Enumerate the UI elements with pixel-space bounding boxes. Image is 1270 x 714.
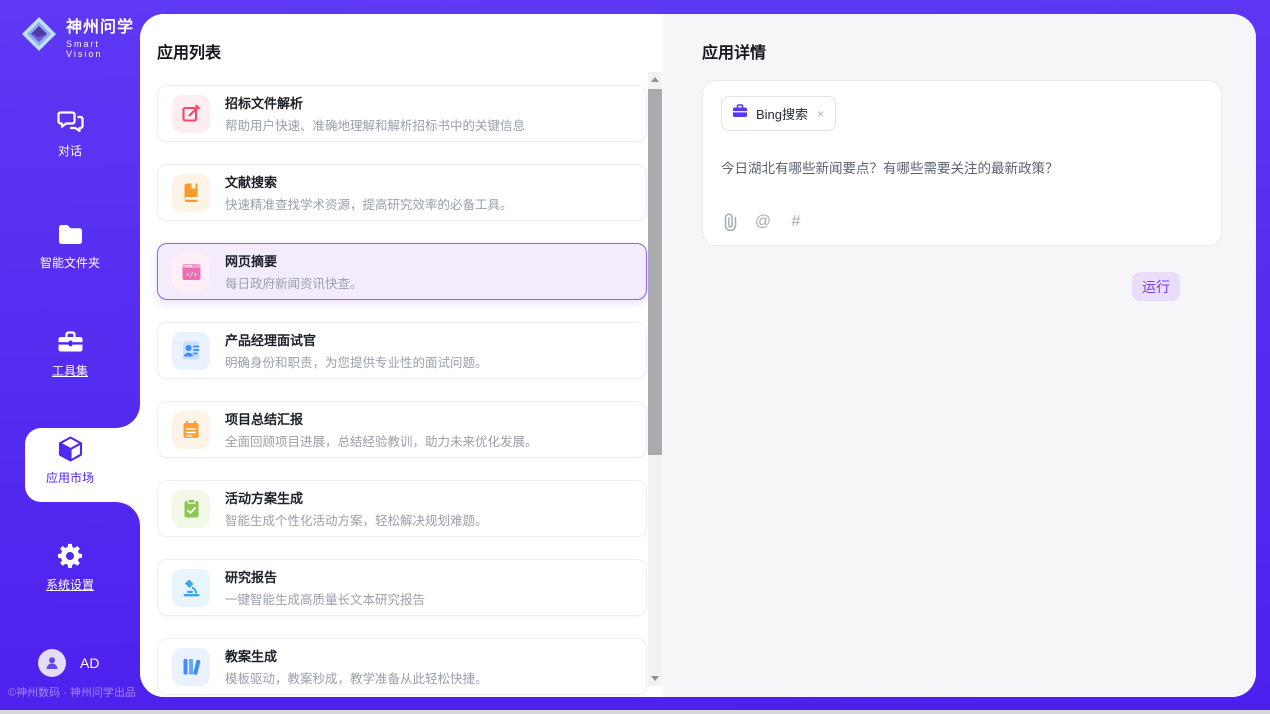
app-card-title: 研究报告 [225,567,425,586]
scrollbar[interactable] [648,72,662,686]
app-list-title: 应用列表 [157,39,221,63]
gear-icon [56,542,84,570]
briefcase-icon [732,103,748,124]
book-icon [172,174,210,212]
brand-name: 神州问学 [66,13,140,37]
app-card-title: 产品经理面试官 [225,330,488,349]
sidebar-item-4[interactable]: 系统设置 [0,542,140,606]
app-list-panel: 应用列表 招标文件解析帮助用户快速、准确地理解和解析招标书中的关键信息文献搜索快… [140,14,663,697]
sidebar-item-label: 对话 [58,142,82,159]
sidebar-item-label: 智能文件夹 [40,254,100,271]
summary-note-icon [172,411,210,449]
brand-tagline: Smart Vision [66,39,140,59]
paperclip-icon[interactable] [721,213,739,231]
prompt-card: Bing搜索 × 今日湖北有哪些新闻要点？有哪些需要关注的最新政策？ @# [702,80,1222,246]
query-text[interactable]: 今日湖北有哪些新闻要点？有哪些需要关注的最新政策？ [721,157,1203,177]
books-icon [172,648,210,686]
hash-icon[interactable]: # [787,213,805,231]
app-card-description: 全面回顾项目进展，总结经验教训，助力未来优化发展。 [225,431,538,450]
svg-text:</>: </> [185,270,197,278]
sidebar-item-label: 应用市场 [46,469,94,486]
sidebar-item-label: 工具集 [52,362,88,379]
avatar [38,649,66,677]
app-card-3[interactable]: 产品经理面试官明确身份和职责，为您提供专业性的面试问题。 [157,322,647,379]
app-card-1[interactable]: 文献搜索快速精准查找学术资源，提高研究效率的必备工具。 [157,164,647,221]
app-card-4[interactable]: 项目总结汇报全面回顾项目进展，总结经验教训，助力未来优化发展。 [157,401,647,458]
app-card-title: 教案生成 [225,646,488,665]
app-card-title: 招标文件解析 [225,93,525,112]
chat-icon [56,108,84,136]
sidebar-item-0[interactable]: 对话 [0,108,140,172]
app-card-description: 帮助用户快速、准确地理解和解析招标书中的关键信息 [225,115,525,134]
microscope-icon [172,569,210,607]
app-frame: 神州问学 Smart Vision 对话智能文件夹工具集应用市场系统设置 AD … [0,0,1270,710]
folder-icon [56,220,84,248]
sidebar-item-2[interactable]: 工具集 [0,328,140,392]
scroll-down-button[interactable] [648,671,662,686]
scrollbar-thumb[interactable] [648,89,662,455]
app-card-2[interactable]: </> 网页摘要每日政府新闻资讯快查。 [157,243,647,300]
sidebar-item-1[interactable]: 智能文件夹 [0,220,140,284]
app-card-6[interactable]: 研究报告一键智能生成高质量长文本研究报告 [157,559,647,616]
clipboard-check-icon [172,490,210,528]
app-card-description: 一键智能生成高质量长文本研究报告 [225,589,425,608]
user-account[interactable]: AD [38,649,99,677]
run-button[interactable]: 运行 [1132,272,1180,301]
tool-tag-bing-search[interactable]: Bing搜索 × [721,96,836,131]
app-card-title: 项目总结汇报 [225,409,538,428]
brand-diamond-icon [20,15,58,58]
triangle-up-icon [651,77,659,82]
app-detail-panel: 应用详情 Bing搜索 × 今日湖北有哪些新闻要点？有哪些需要关注的最新政策？ … [663,14,1256,697]
edit-document-icon [172,95,210,133]
app-card-description: 快速精准查找学术资源，提高研究效率的必备工具。 [225,194,513,213]
toolbox-icon [56,328,84,356]
app-card-description: 明确身份和职责，为您提供专业性的面试问题。 [225,352,488,371]
app-card-description: 每日政府新闻资讯快查。 [225,273,363,292]
tool-tag-label: Bing搜索 [756,104,808,123]
sidebar-item-3[interactable]: 应用市场 [0,435,140,499]
copyright-text: ©神州数码 · 神州问学出品 [8,684,136,700]
app-card-title: 文献搜索 [225,172,513,191]
webpage-code-icon: </> [172,253,210,291]
app-card-5[interactable]: 活动方案生成智能生成个性化活动方案，轻松解决规划难题。 [157,480,647,537]
brand-logo: 神州问学 Smart Vision [20,13,140,59]
app-detail-title: 应用详情 [702,39,766,63]
cube-icon [56,435,84,463]
app-card-description: 智能生成个性化活动方案，轻松解决规划难题。 [225,510,488,529]
app-card-7[interactable]: 教案生成模板驱动，教案秒成，教学准备从此轻松快捷。 [157,638,647,695]
close-icon[interactable]: × [816,107,825,121]
sidebar-item-label: 系统设置 [46,576,94,593]
user-initials: AD [80,655,99,671]
app-card-0[interactable]: 招标文件解析帮助用户快速、准确地理解和解析招标书中的关键信息 [157,85,647,142]
app-card-title: 网页摘要 [225,251,363,270]
at-icon[interactable]: @ [754,213,772,231]
main-panel: 应用列表 招标文件解析帮助用户快速、准确地理解和解析招标书中的关键信息文献搜索快… [140,14,1256,697]
attachment-toolbar: @# [721,213,805,231]
triangle-down-icon [651,676,659,681]
scroll-up-button[interactable] [648,72,662,87]
app-card-title: 活动方案生成 [225,488,488,507]
interviewer-icon [172,332,210,370]
app-card-list: 招标文件解析帮助用户快速、准确地理解和解析招标书中的关键信息文献搜索快速精准查找… [157,85,647,695]
sidebar: 神州问学 Smart Vision 对话智能文件夹工具集应用市场系统设置 AD … [0,0,140,710]
app-card-description: 模板驱动，教案秒成，教学准备从此轻松快捷。 [225,668,488,687]
